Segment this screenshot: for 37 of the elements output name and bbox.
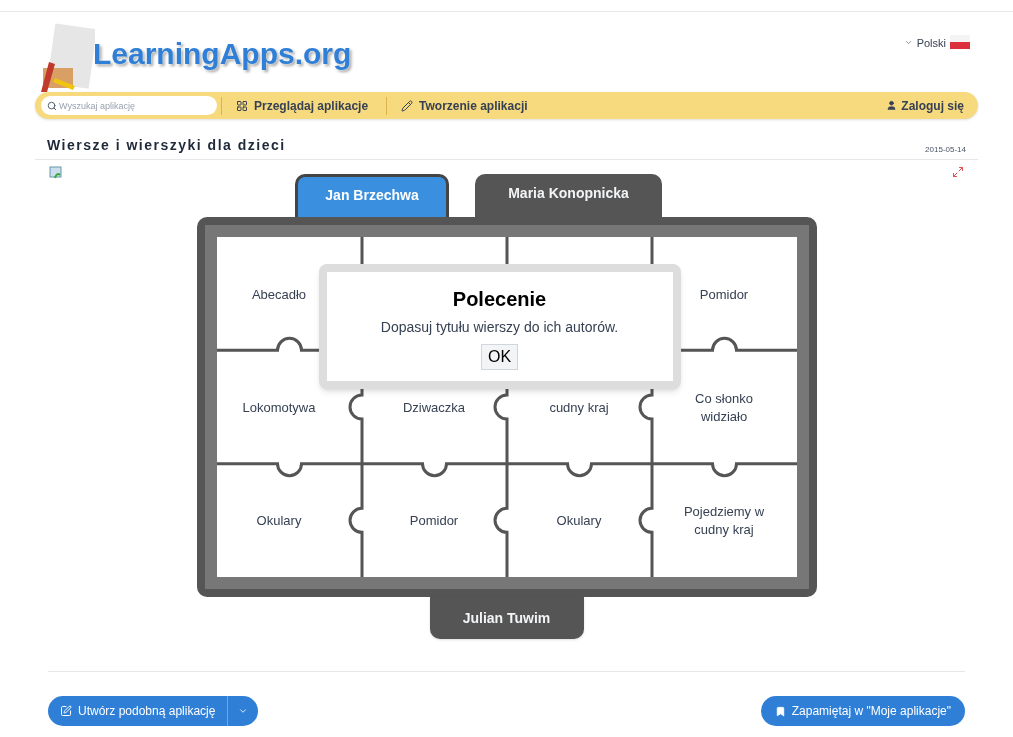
dropdown-caret-icon[interactable]	[238, 706, 249, 716]
puzzle-tile-text[interactable]: Dziwaczka	[402, 397, 466, 417]
puzzle-tile-text[interactable]: Co słonko widziało	[695, 388, 753, 426]
caret-icon	[903, 38, 913, 47]
search-icon	[47, 100, 57, 111]
bookmark-icon	[774, 705, 786, 717]
author-tab[interactable]: Julian Tuwim	[429, 597, 584, 639]
nav-link[interactable]: Tworzenie aplikacji	[386, 96, 542, 115]
flag-icon	[950, 35, 970, 49]
app-title: Wiersze i wierszyki dla dzieci	[47, 136, 286, 155]
puzzle-tile-text[interactable]: cudny kraj	[549, 397, 609, 417]
date-text: 2015-05-14	[925, 144, 966, 156]
ok-button[interactable]: OK	[480, 344, 519, 370]
save-button[interactable]: Zapamiętaj w "Moje aplikacje"	[760, 696, 965, 726]
pencil-icon	[401, 99, 414, 112]
puzzle-tile-text[interactable]: Okulary	[556, 510, 602, 531]
create-similar-button[interactable]: Utwórz podobną aplikację	[48, 696, 259, 726]
puzzle-tile-text[interactable]: Pojedziemy w cudny kraj	[683, 501, 765, 540]
user-icon	[886, 100, 898, 111]
nav-link[interactable]: Przeglądaj aplikacje	[221, 96, 383, 115]
search-field[interactable]: Wyszukaj aplikację	[41, 96, 217, 116]
fullscreen-icon[interactable]	[952, 166, 964, 178]
author-tab[interactable]: Maria Konopnicka	[475, 174, 662, 217]
login-link[interactable]: Zaloguj się	[886, 96, 972, 115]
help-icon[interactable]	[49, 166, 63, 180]
puzzle-tile-text[interactable]: Okulary	[256, 510, 302, 531]
create-similar-label[interactable]: Utwórz podobną aplikację	[78, 702, 216, 720]
grid-icon	[236, 99, 248, 112]
puzzle-tile-text[interactable]: Lokomotywa	[242, 397, 316, 417]
puzzle-tile-text[interactable]: Pomidor	[409, 510, 459, 531]
logo-text[interactable]: LearningApps.org	[93, 31, 352, 76]
puzzle-tile-text[interactable]: Abecadło	[251, 283, 307, 304]
language-selector[interactable]: Polski	[916, 35, 946, 52]
dialog-message: Dopasuj tytułu wierszy do ich autorów.	[380, 318, 619, 337]
dialog-title: Polecenie	[452, 287, 547, 312]
puzzle-tile-text[interactable]: Pomidor	[699, 283, 749, 304]
edit-icon	[60, 705, 72, 717]
